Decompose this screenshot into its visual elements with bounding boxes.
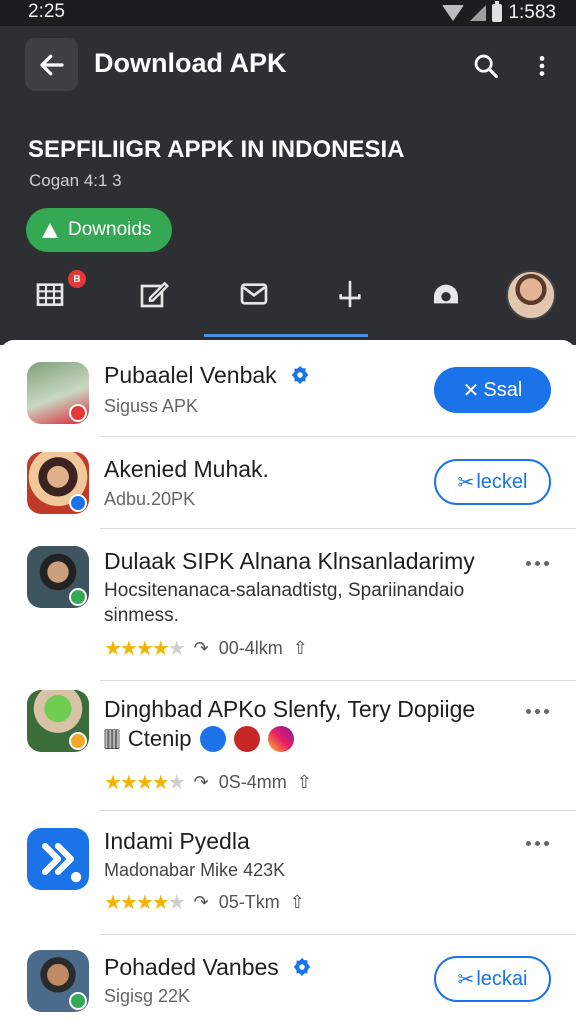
list-divider bbox=[100, 528, 576, 529]
tab-anchor[interactable] bbox=[324, 268, 376, 320]
downloads-button[interactable]: Downoids bbox=[26, 208, 172, 252]
mini-badge-icon bbox=[69, 732, 87, 750]
list-divider bbox=[100, 680, 576, 681]
item-title: Dinghbad APKo Slenfy, Tery Dopiige bbox=[104, 696, 476, 722]
status-right-text: 1:583 bbox=[508, 2, 556, 23]
back-button[interactable] bbox=[25, 38, 78, 91]
signal-icon bbox=[470, 5, 487, 21]
mini-badge-icon bbox=[69, 494, 87, 512]
share-icon: ↷ bbox=[193, 891, 209, 912]
item-action-label: leckel bbox=[476, 470, 528, 493]
item-action-button[interactable]: ✕ Ssal bbox=[434, 367, 551, 413]
more-options-button[interactable] bbox=[524, 48, 560, 84]
tab-camera[interactable] bbox=[420, 268, 472, 320]
tab-bar: B bbox=[0, 268, 576, 340]
shuffle-icon: ✂ bbox=[457, 968, 475, 991]
item-stat: 05-Tkm bbox=[218, 891, 280, 912]
item-more-button[interactable] bbox=[522, 701, 552, 721]
shuffle-icon: ✂ bbox=[457, 471, 475, 494]
upload-icon[interactable]: ⇧ bbox=[290, 892, 305, 913]
page-subline: Cogan 4:1 3 bbox=[29, 171, 122, 190]
item-subtitle: Sigisg 22K bbox=[104, 986, 191, 1006]
bottle-icon: 🀫 bbox=[104, 727, 120, 750]
status-time: 2:25 bbox=[28, 1, 65, 22]
grid-icon bbox=[36, 283, 64, 306]
download-icon bbox=[42, 223, 58, 238]
share-icon: ↷ bbox=[193, 637, 209, 658]
app-thumbnail bbox=[27, 362, 89, 424]
item-meta-row: ★★★★★ ↷ 00-4lkm ⇧ bbox=[104, 636, 308, 660]
chat-app-icon bbox=[199, 726, 226, 752]
notification-badge: B bbox=[68, 270, 86, 288]
item-stat: 00-4lkm bbox=[218, 637, 283, 658]
tab-mail[interactable] bbox=[228, 268, 280, 320]
list-divider bbox=[100, 810, 576, 811]
media-app-icon bbox=[233, 726, 260, 752]
upload-icon[interactable]: ⇧ bbox=[293, 638, 308, 659]
mini-badge-icon bbox=[69, 992, 87, 1010]
item-description-cont: sinmess. bbox=[104, 605, 179, 626]
rating-stars: ★★★★★ bbox=[104, 637, 186, 660]
downloads-label: Downoids bbox=[68, 219, 152, 240]
item-title: Akenied Muhak. bbox=[104, 456, 269, 482]
list-divider bbox=[100, 436, 576, 437]
item-title: Pubaalel Venbak bbox=[104, 362, 277, 388]
app-thumbnail bbox=[27, 546, 89, 608]
item-tag-label: Ctenip bbox=[127, 726, 192, 751]
item-description: Hocsitenanaca-salanadtistg, Spariinandai… bbox=[104, 580, 465, 601]
share-icon: ↷ bbox=[193, 771, 209, 792]
top-header-area: 2:25 1:583 Download APK SEPFILIIGR APPK … bbox=[0, 0, 576, 345]
list-divider bbox=[100, 934, 576, 935]
item-subtitle: Siguss APK bbox=[104, 396, 199, 416]
battery-icon bbox=[492, 1, 503, 22]
item-action-label: leckai bbox=[476, 967, 528, 990]
item-action-button[interactable]: ✂ leckai bbox=[434, 956, 551, 1002]
app-thumbnail bbox=[27, 452, 89, 514]
upload-icon[interactable]: ⇧ bbox=[297, 772, 312, 793]
mini-badge-icon bbox=[69, 404, 87, 422]
shuffle-icon: ✕ bbox=[462, 379, 480, 402]
item-subtitle: Adbu.20PK bbox=[104, 489, 196, 509]
more-vertical-icon bbox=[539, 56, 545, 76]
app-bar: Download APK bbox=[0, 26, 576, 106]
selected-tab-indicator bbox=[204, 334, 368, 337]
mini-badge-icon bbox=[69, 588, 87, 606]
forward-app-icon bbox=[41, 842, 82, 883]
camera-icon bbox=[434, 284, 458, 304]
app-list: Pubaalel Venbak Siguss APK ✕ Ssal Akenie… bbox=[0, 340, 576, 1024]
item-meta-row: ★★★★★ ↷ 0S-4mm ⇧ bbox=[104, 770, 312, 794]
item-stat: 0S-4mm bbox=[218, 771, 287, 792]
wifi-icon bbox=[442, 5, 465, 21]
app-thumbnail bbox=[27, 690, 89, 752]
arrow-left-icon bbox=[39, 54, 64, 75]
item-action-button[interactable]: ✂ leckel bbox=[434, 459, 551, 505]
rating-stars: ★★★★★ bbox=[104, 771, 186, 794]
tab-edit[interactable] bbox=[128, 268, 180, 320]
anchor-icon bbox=[339, 280, 361, 308]
edit-icon bbox=[140, 281, 170, 308]
item-title: Pohaded Vanbes bbox=[104, 954, 279, 980]
item-meta-row: ★★★★★ ↷ 05-Tkm ⇧ bbox=[104, 890, 305, 914]
item-title: Indami Pyedla bbox=[104, 828, 250, 854]
item-title: Dulaak SIPK Alnana Klnsanladarimy bbox=[104, 548, 475, 574]
search-icon bbox=[474, 54, 499, 79]
item-more-button[interactable] bbox=[522, 553, 552, 573]
item-action-label: Ssal bbox=[483, 378, 523, 401]
app-title: Download APK bbox=[94, 48, 287, 78]
mail-icon bbox=[240, 283, 268, 305]
instagram-icon bbox=[267, 726, 294, 752]
verified-badge-icon bbox=[293, 957, 311, 977]
verified-badge-icon bbox=[291, 365, 309, 385]
app-thumbnail bbox=[27, 950, 89, 1012]
status-bar: 2:25 1:583 bbox=[0, 0, 576, 26]
app-thumbnail bbox=[27, 828, 89, 890]
profile-avatar[interactable] bbox=[506, 270, 556, 320]
page-headline: SEPFILIIGR APPK IN INDONESIA bbox=[28, 136, 405, 163]
item-tag-row: 🀫 Ctenip bbox=[104, 726, 294, 752]
item-subtitle: Madonabar Mike 423K bbox=[104, 860, 286, 880]
item-more-button[interactable] bbox=[522, 833, 552, 853]
rating-stars: ★★★★★ bbox=[104, 891, 186, 914]
search-button[interactable] bbox=[468, 48, 504, 84]
